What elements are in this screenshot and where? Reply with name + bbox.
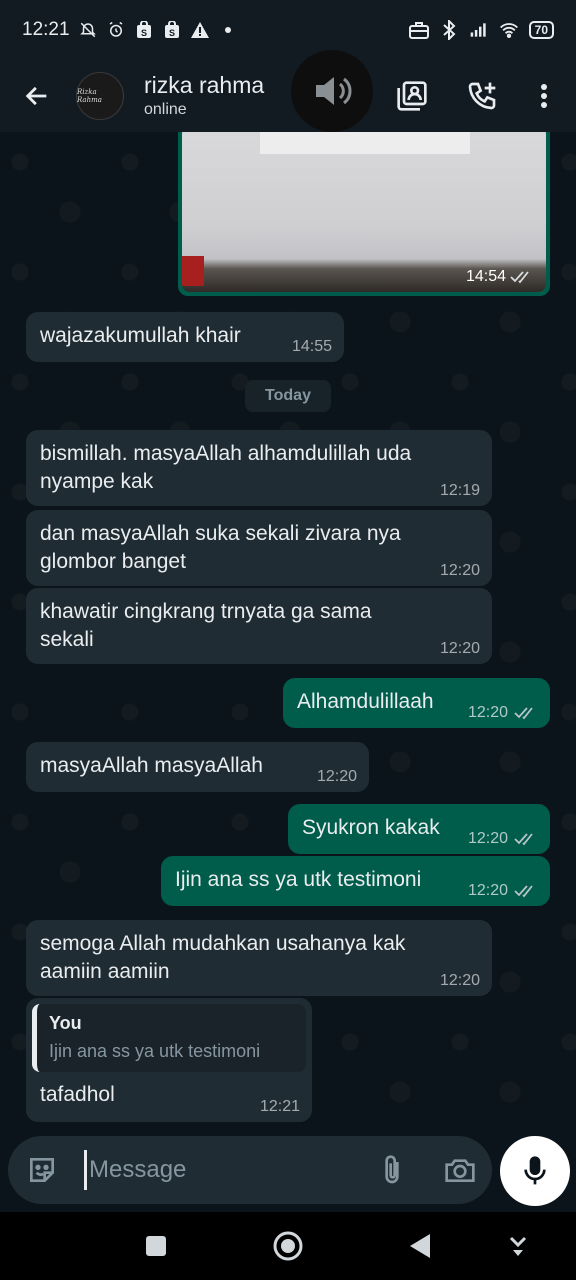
mute-icon: [78, 20, 98, 40]
avatar-text: Rizka Rahma: [77, 88, 102, 104]
message-bubble[interactable]: wajazakumullah khair 14:55: [26, 312, 344, 362]
camera-icon: [445, 1159, 475, 1182]
message-text: wajazakumullah khair: [40, 324, 241, 347]
dot-icon: [218, 20, 238, 40]
shop-icon: S: [162, 20, 182, 40]
keyboard-hide-button[interactable]: [496, 1224, 540, 1268]
back-nav-button[interactable]: [398, 1224, 442, 1268]
message-bubble[interactable]: semoga Allah mudahkan usahanya kak aamii…: [26, 920, 492, 996]
contact-status: online: [144, 101, 187, 118]
system-nav-bar: [0, 1212, 576, 1280]
alarm-icon: [106, 20, 126, 40]
message-text: khawatir cingkrang trnyata ga sama sekal…: [40, 600, 372, 651]
wifi-icon: [499, 20, 519, 40]
voice-message-button[interactable]: [500, 1136, 570, 1206]
message-time: 12:20: [439, 972, 480, 989]
message-text: masyaAllah masyaAllah: [40, 754, 263, 777]
avatar[interactable]: Rizka Rahma: [76, 72, 124, 120]
quote-author: You: [49, 1013, 82, 1033]
message-text: semoga Allah mudahkan usahanya kak aamii…: [40, 932, 406, 983]
warning-icon: [190, 20, 210, 40]
svg-text:S: S: [169, 28, 175, 38]
speaker-button[interactable]: [291, 50, 373, 132]
bluetooth-icon: [439, 20, 459, 40]
message-time: 12:19: [439, 482, 480, 499]
back-button[interactable]: [14, 73, 60, 119]
recents-square-icon: [146, 1236, 166, 1256]
recents-button[interactable]: [134, 1224, 178, 1268]
message-time: 12:20: [467, 882, 508, 899]
signal-icon: [469, 20, 489, 40]
status-bar: 12:21 S S 70: [0, 0, 576, 60]
double-check-icon: [510, 271, 529, 284]
emoji-icon: [30, 1158, 54, 1182]
add-call-button[interactable]: [460, 74, 504, 118]
message-bubble[interactable]: You Ijin ana ss ya utk testimoni tafadho…: [26, 998, 312, 1122]
attach-button[interactable]: [372, 1150, 412, 1190]
message-bubble[interactable]: masyaAllah masyaAllah 12:20: [26, 742, 369, 792]
home-button[interactable]: [266, 1224, 310, 1268]
message-time: 12:20: [439, 640, 480, 657]
image-preview[interactable]: 14:54: [182, 132, 546, 292]
contact-card-button[interactable]: [390, 74, 434, 118]
message-meta: 12:20: [468, 882, 538, 900]
message-meta: 14:54: [466, 268, 534, 286]
message-text: Alhamdulillaah: [297, 690, 434, 713]
message-meta: 12:20: [468, 830, 538, 848]
contact-card-icon: [397, 81, 427, 111]
battery-icon: 70: [528, 21, 554, 39]
message-input[interactable]: [84, 1150, 364, 1190]
message-composer: [8, 1136, 492, 1204]
chat-area[interactable]: 14:54 wajazakumullah khair 14:55 Today b…: [0, 132, 576, 1140]
more-vert-icon: [541, 84, 547, 108]
message-text: Ijin ana ss ya utk testimoni: [175, 868, 422, 891]
quoted-message[interactable]: You Ijin ana ss ya utk testimoni: [32, 1004, 306, 1072]
speaker-icon: [316, 77, 352, 105]
message-time: 12:20: [439, 562, 480, 579]
image-message[interactable]: 14:54: [178, 132, 550, 296]
message-bubble[interactable]: Ijin ana ss ya utk testimoni 12:20: [161, 856, 550, 906]
double-check-icon: [514, 885, 533, 898]
package-label: [260, 132, 470, 154]
message-time: 12:21: [259, 1098, 300, 1115]
keyboard-hide-icon: [509, 1236, 527, 1256]
message-meta: 12:20: [468, 704, 538, 722]
camera-button[interactable]: [438, 1150, 482, 1190]
svg-text:S: S: [141, 28, 147, 38]
emoji-button[interactable]: [22, 1150, 62, 1190]
quote-text: Ijin ana ss ya utk testimoni: [49, 1041, 261, 1061]
message-time: 14:55: [291, 338, 332, 355]
chat-header: Rizka Rahma rizka rahma online: [0, 50, 576, 132]
attach-icon: [385, 1155, 399, 1184]
message-text: bismillah. masyaAllah alhamdulillah uda …: [40, 442, 412, 493]
message-time: 12:20: [467, 704, 508, 721]
message-bubble[interactable]: khawatir cingkrang trnyata ga sama sekal…: [26, 588, 492, 664]
message-text: Syukron kakak: [302, 816, 440, 839]
message-bubble[interactable]: Syukron kakak 12:20: [288, 804, 550, 854]
contact-name: rizka rahma: [144, 72, 265, 98]
mic-icon: [524, 1156, 546, 1185]
message-bubble[interactable]: dan masyaAllah suka sekali zivara nya gl…: [26, 510, 492, 586]
add-call-icon: [468, 82, 496, 110]
date-divider: Today: [245, 380, 331, 412]
message-text: dan masyaAllah suka sekali zivara nya gl…: [40, 522, 401, 573]
message-time: 12:20: [316, 768, 357, 785]
double-check-icon: [514, 707, 533, 720]
back-triangle-icon: [410, 1234, 430, 1258]
back-arrow-icon: [25, 86, 47, 106]
more-options-button[interactable]: [522, 74, 566, 118]
status-time: 12:21: [22, 19, 70, 40]
briefcase-icon: [408, 20, 429, 40]
shop-icon: S: [134, 20, 154, 40]
home-circle-icon: [273, 1231, 303, 1261]
message-time: 14:54: [465, 268, 506, 285]
message-time: 12:20: [467, 830, 508, 847]
double-check-icon: [514, 833, 533, 846]
contact-info[interactable]: rizka rahma online: [144, 71, 264, 121]
image-detail: [182, 256, 204, 286]
message-bubble[interactable]: Alhamdulillaah 12:20: [283, 678, 550, 728]
message-bubble[interactable]: bismillah. masyaAllah alhamdulillah uda …: [26, 430, 492, 506]
